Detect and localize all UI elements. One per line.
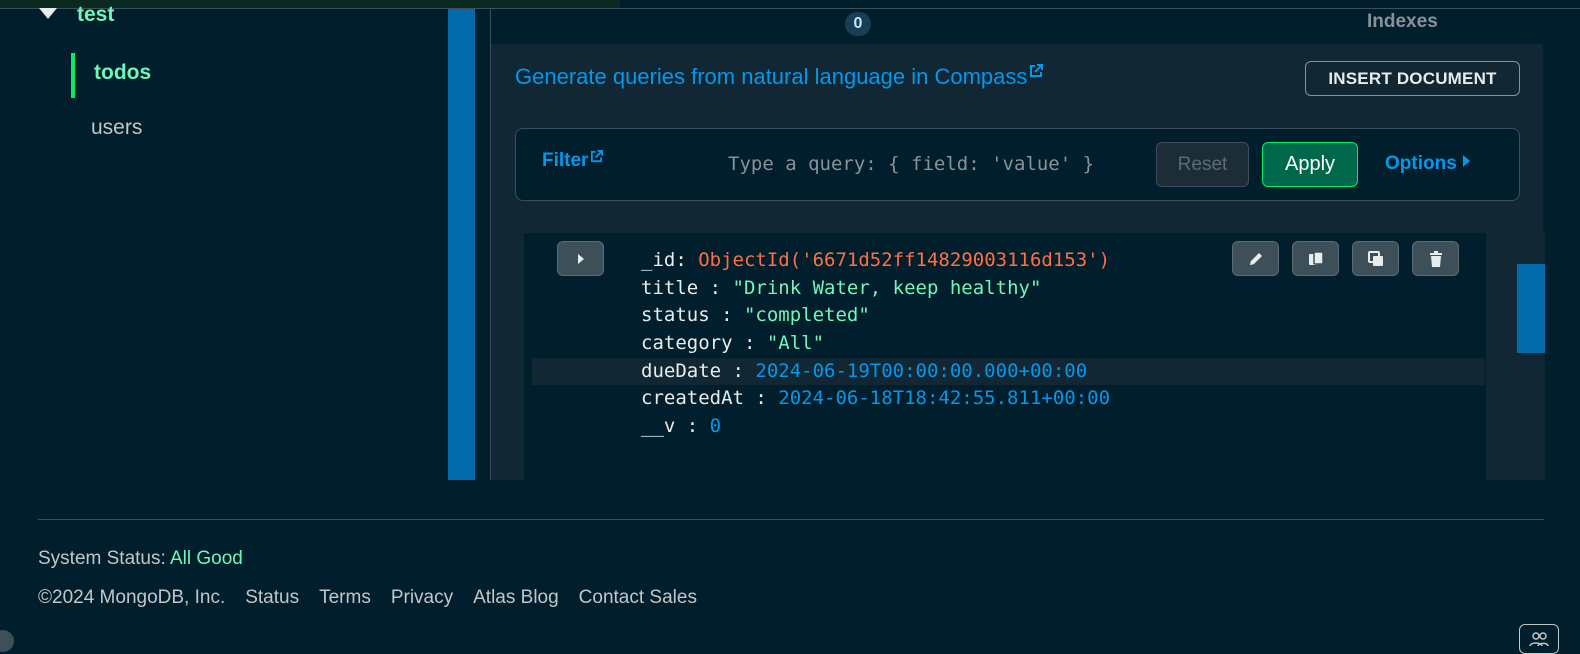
field-key: createdAt <box>641 387 744 409</box>
footer-link-status[interactable]: Status <box>245 587 299 609</box>
edit-icon <box>1249 252 1262 265</box>
caret-down-icon[interactable] <box>39 8 57 19</box>
field-separator: : <box>698 277 733 299</box>
caret-right-icon <box>577 253 584 264</box>
external-link-icon <box>591 150 604 163</box>
field-separator: : <box>743 387 779 409</box>
expand-document-button[interactable] <box>557 241 604 276</box>
document-field-category: category : "All" <box>641 332 824 354</box>
field-separator: : <box>709 304 744 326</box>
clone-document-button[interactable] <box>1352 241 1399 276</box>
field-value: "completed" <box>743 304 870 326</box>
field-separator: : <box>732 332 767 354</box>
system-status-value[interactable]: All Good <box>170 548 243 569</box>
insert-document-button[interactable]: INSERT DOCUMENT <box>1305 61 1520 96</box>
sidebar-resize-rail[interactable] <box>448 9 475 480</box>
scrollbar-thumb[interactable] <box>1517 264 1545 353</box>
footer-link-terms[interactable]: Terms <box>319 587 371 609</box>
copy-document-button[interactable] <box>1292 241 1339 276</box>
system-status: System Status: All Good <box>38 548 243 570</box>
copyright: ©2024 MongoDB, Inc. <box>38 587 226 608</box>
field-value: 2024-06-19T00:00:00.000+00:00 <box>755 360 1088 382</box>
filter-label[interactable]: Filter <box>542 150 588 171</box>
document-field-status: status : "completed" <box>641 304 870 326</box>
tab-indexes[interactable]: Indexes <box>1367 11 1438 33</box>
help-bubble[interactable] <box>0 630 14 652</box>
people-icon <box>1529 632 1549 646</box>
footer-divider <box>38 519 1544 520</box>
delete-document-button[interactable] <box>1412 241 1459 276</box>
footer-link-contact-sales[interactable]: Contact Sales <box>579 587 697 609</box>
field-value: 2024-06-18T18:42:55.811+00:00 <box>778 387 1111 409</box>
options-label[interactable]: Options <box>1385 153 1457 174</box>
external-link-icon <box>1030 64 1044 77</box>
document-field-id: _id: ObjectId('6671d52ff14829003116d153'… <box>641 249 1110 271</box>
active-collection-indicator <box>71 53 75 98</box>
filter-link[interactable]: Filter <box>542 150 604 172</box>
document-field-duedate: dueDate : 2024-06-19T00:00:00.000+00:00 <box>641 360 1087 382</box>
sidebar-item-users[interactable]: users <box>91 116 142 140</box>
field-value: ObjectId('6671d52ff14829003116d153') <box>698 249 1111 271</box>
reset-button[interactable]: Reset <box>1156 142 1249 187</box>
footer-links: ©2024 MongoDB, Inc. Status Terms Privacy… <box>38 587 697 609</box>
field-key: title <box>641 277 699 299</box>
nl-query-link[interactable]: Generate queries from natural language i… <box>515 64 1044 90</box>
query-input[interactable] <box>722 146 1154 182</box>
document-field-title: title : "Drink Water, keep healthy" <box>641 277 1041 299</box>
field-key: category <box>641 332 733 354</box>
caret-right-icon <box>1462 155 1470 167</box>
edit-document-button[interactable] <box>1232 241 1279 276</box>
system-status-label: System Status: <box>38 548 170 569</box>
field-value: 0 <box>709 415 722 437</box>
copy-icon <box>1308 250 1324 265</box>
documents-count-badge: 0 <box>845 12 871 36</box>
options-button[interactable]: Options <box>1385 153 1470 175</box>
sidebar-database-name[interactable]: test <box>77 3 114 27</box>
field-key: __v <box>641 415 676 437</box>
field-key: status <box>641 304 710 326</box>
delete-icon <box>1429 250 1442 267</box>
footer-link-atlas-blog[interactable]: Atlas Blog <box>473 587 559 609</box>
field-separator: : <box>675 415 710 437</box>
footer-link-privacy[interactable]: Privacy <box>391 587 453 609</box>
clone-icon <box>1367 250 1383 266</box>
field-value: "All" <box>766 332 825 354</box>
document-field-v: __v : 0 <box>641 415 721 437</box>
field-separator: : <box>721 360 756 382</box>
apply-button[interactable]: Apply <box>1262 142 1358 187</box>
document-field-createdat: createdAt : 2024-06-18T18:42:55.811+00:0… <box>641 387 1110 409</box>
nl-query-link-label[interactable]: Generate queries from natural language i… <box>515 64 1027 89</box>
top-divider <box>0 8 1580 9</box>
field-key: dueDate <box>641 360 722 382</box>
sidebar-item-todos[interactable]: todos <box>94 61 151 85</box>
field-separator: : <box>675 249 699 271</box>
field-key: _id <box>641 249 676 271</box>
field-value: "Drink Water, keep healthy" <box>732 277 1042 299</box>
